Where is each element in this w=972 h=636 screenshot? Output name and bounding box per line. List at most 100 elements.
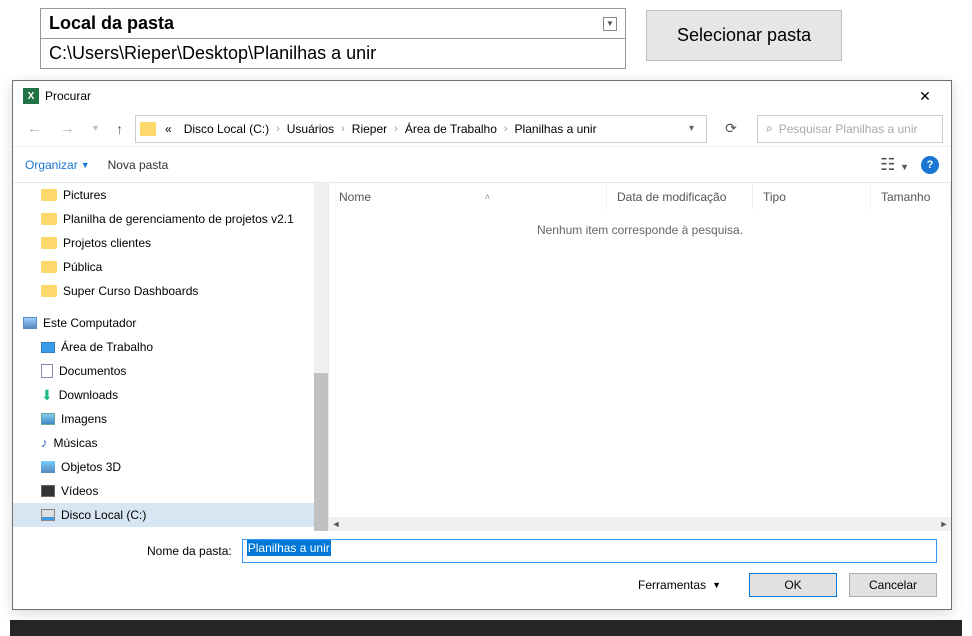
tree-folder[interactable]: Pública	[13, 255, 314, 279]
music-icon: ♪	[41, 437, 48, 449]
breadcrumb-item[interactable]: Disco Local (C:)	[179, 120, 274, 138]
tree-folder[interactable]: Planilha de gerenciamento de projetos v2…	[13, 207, 314, 231]
list-h-scrollbar[interactable]: ◄ ►	[329, 517, 951, 531]
sort-indicator-icon: ˄	[485, 192, 490, 202]
toolbar: Organizar ▼ Nova pasta ☷ ▼ ?	[13, 147, 951, 183]
tree-folder[interactable]: Super Curso Dashboards	[13, 279, 314, 303]
tree-label: Documentos	[59, 364, 126, 378]
cell-header-label: Local da pasta	[49, 13, 174, 34]
chevron-right-icon: ›	[504, 123, 508, 135]
view-options-icon[interactable]: ☷ ▼	[880, 155, 909, 175]
column-size[interactable]: Tamanho	[871, 184, 951, 210]
new-folder-button[interactable]: Nova pasta	[108, 158, 169, 172]
tree-label: Este Computador	[43, 316, 136, 330]
breadcrumb-item[interactable]: Área de Trabalho	[400, 120, 502, 138]
tree-label: Objetos 3D	[61, 460, 121, 474]
folder-icon	[140, 122, 156, 136]
tree-scroll-thumb[interactable]	[314, 373, 328, 531]
tree-label: Músicas	[54, 436, 98, 450]
chevron-down-icon: ▼	[712, 580, 721, 590]
close-icon[interactable]: ✕	[903, 82, 947, 110]
chevron-down-icon: ▼	[81, 160, 90, 170]
empty-message: Nenhum item corresponde à pesquisa.	[329, 223, 951, 237]
tree-documents[interactable]: Documentos	[13, 359, 314, 383]
cancel-button[interactable]: Cancelar	[849, 573, 937, 597]
footer: Nome da pasta: Planilhas a unir Ferramen…	[13, 531, 951, 609]
tree-desktop[interactable]: Área de Trabalho	[13, 335, 314, 359]
chevron-down-icon[interactable]: ▾	[681, 119, 702, 138]
back-icon[interactable]: ←	[21, 116, 48, 141]
folder-icon	[41, 237, 57, 249]
folder-name-label: Nome da pasta:	[147, 544, 232, 558]
column-type[interactable]: Tipo	[753, 184, 871, 210]
tree-music[interactable]: ♪ Músicas	[13, 431, 314, 455]
dialog-title: Procurar	[45, 89, 903, 103]
tree-downloads[interactable]: ⬇ Downloads	[13, 383, 314, 407]
tree-label: Super Curso Dashboards	[63, 284, 198, 298]
column-modified[interactable]: Data de modificação	[607, 184, 753, 210]
button-row: Ferramentas ▼ OK Cancelar	[27, 573, 937, 597]
ok-button[interactable]: OK	[749, 573, 837, 597]
body: Pictures Planilha de gerenciamento de pr…	[13, 183, 951, 531]
tree-label: Downloads	[59, 388, 118, 402]
browse-dialog: X Procurar ✕ ← → ▾ ↑ « Disco Local (C:)›…	[12, 80, 952, 610]
nav-row: ← → ▾ ↑ « Disco Local (C:)› Usuários› Ri…	[13, 111, 951, 147]
path-cell-block: Local da pasta ▼ C:\Users\Rieper\Desktop…	[40, 8, 626, 69]
excel-icon: X	[23, 88, 39, 104]
breadcrumb-item[interactable]: Planilhas a unir	[510, 120, 602, 138]
tree-videos[interactable]: Vídeos	[13, 479, 314, 503]
breadcrumb[interactable]: « Disco Local (C:)› Usuários› Rieper› Ár…	[135, 115, 707, 143]
tools-button[interactable]: Ferramentas ▼	[638, 578, 721, 592]
recent-chevron-icon[interactable]: ▾	[87, 119, 104, 138]
list-pane: Nome ˄ Data de modificação Tipo Tamanho …	[329, 183, 951, 531]
download-icon: ⬇	[41, 389, 53, 401]
folder-icon	[41, 213, 57, 225]
tree-label: Pública	[63, 260, 102, 274]
breadcrumb-prefix[interactable]: «	[160, 120, 177, 138]
sheet-area: Local da pasta ▼ C:\Users\Rieper\Desktop…	[0, 0, 972, 69]
folder-icon	[41, 285, 57, 297]
tools-label: Ferramentas	[638, 578, 706, 592]
tree-label: Planilha de gerenciamento de projetos v2…	[63, 212, 294, 226]
breadcrumb-item[interactable]: Rieper	[347, 120, 392, 138]
scroll-track[interactable]	[343, 517, 937, 531]
document-icon	[41, 364, 53, 378]
tree-images[interactable]: Imagens	[13, 407, 314, 431]
computer-icon	[23, 317, 37, 329]
disk-icon	[41, 509, 55, 521]
forward-icon[interactable]: →	[54, 116, 81, 141]
cell-path-value[interactable]: C:\Users\Rieper\Desktop\Planilhas a unir	[41, 39, 625, 68]
tree-disk-c[interactable]: Disco Local (C:)	[13, 503, 314, 527]
tree-scrollbar[interactable]	[314, 183, 328, 531]
scroll-left-icon[interactable]: ◄	[329, 517, 343, 531]
tree-3d-objects[interactable]: Objetos 3D	[13, 455, 314, 479]
tree-label: Imagens	[61, 412, 107, 426]
column-name[interactable]: Nome ˄	[329, 184, 607, 210]
scroll-right-icon[interactable]: ►	[937, 517, 951, 531]
refresh-icon[interactable]: ⟳	[717, 115, 745, 143]
tree-folder[interactable]: Projetos clientes	[13, 231, 314, 255]
folder-name-input[interactable]: Planilhas a unir	[242, 539, 937, 563]
folder-name-value: Planilhas a unir	[247, 540, 331, 556]
tree-label: Área de Trabalho	[61, 340, 153, 354]
tree-label: Vídeos	[61, 484, 98, 498]
title-bar: X Procurar ✕	[13, 81, 951, 111]
chevron-down-icon[interactable]: ▼	[603, 17, 617, 31]
breadcrumb-item[interactable]: Usuários	[282, 120, 339, 138]
tree-this-pc[interactable]: Este Computador	[13, 311, 314, 335]
cell-header[interactable]: Local da pasta ▼	[41, 9, 625, 39]
image-icon	[41, 413, 55, 425]
organize-label: Organizar	[25, 158, 78, 172]
chevron-right-icon: ›	[276, 123, 280, 135]
select-folder-button[interactable]: Selecionar pasta	[646, 10, 842, 61]
search-placeholder: Pesquisar Planilhas a unir	[779, 122, 918, 136]
chevron-right-icon: ›	[341, 123, 345, 135]
chevron-right-icon: ›	[394, 123, 398, 135]
search-input[interactable]: ⌕ Pesquisar Planilhas a unir	[757, 115, 943, 143]
organize-button[interactable]: Organizar ▼	[25, 158, 90, 172]
up-icon[interactable]: ↑	[110, 117, 129, 141]
help-icon[interactable]: ?	[921, 156, 939, 174]
torn-edge-decoration	[10, 620, 962, 636]
tree-label: Projetos clientes	[63, 236, 151, 250]
tree-folder[interactable]: Pictures	[13, 183, 314, 207]
